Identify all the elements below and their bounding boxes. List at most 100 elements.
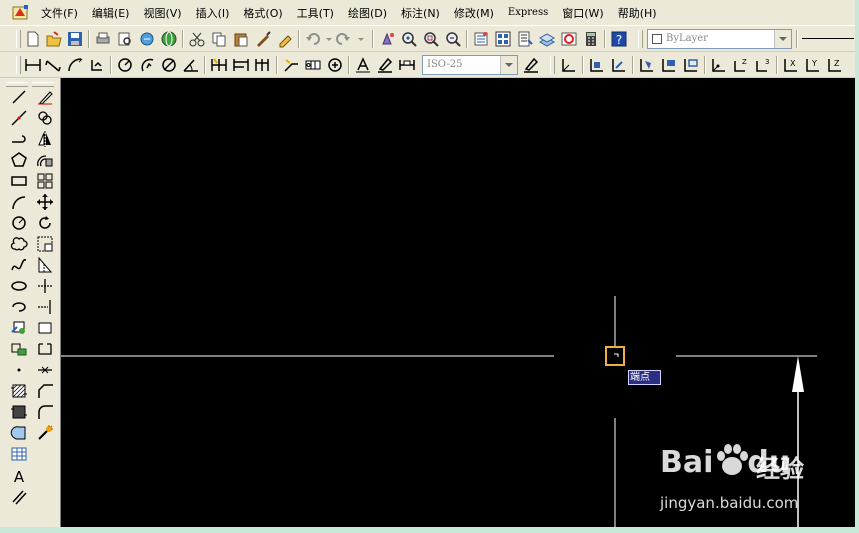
move-icon[interactable] [36,193,54,211]
linear-dimension-icon[interactable] [24,56,42,74]
menu-view[interactable]: 视图(V) [136,5,188,21]
new-file-icon[interactable] [24,30,42,48]
rectangle-icon[interactable] [10,172,28,190]
copy-icon[interactable] [210,30,228,48]
ucs-3point-icon[interactable]: 3 [754,56,772,74]
ucs-view-icon[interactable] [682,56,700,74]
help-icon[interactable]: ? [610,30,628,48]
toolbar-grip[interactable] [550,56,555,74]
jogged-dimension-icon[interactable] [138,56,156,74]
redo-icon[interactable] [334,30,352,48]
center-mark-icon[interactable] [326,56,344,74]
menu-draw[interactable]: 绘图(D) [341,5,394,21]
construction-line-icon[interactable] [10,109,28,127]
match-properties-icon[interactable] [254,30,272,48]
point-icon[interactable] [10,361,28,379]
diameter-dimension-icon[interactable] [160,56,178,74]
tolerance-icon[interactable] [304,56,322,74]
revision-cloud-icon[interactable] [10,235,28,253]
angular-dimension-icon[interactable] [182,56,200,74]
quick-dimension-icon[interactable] [210,56,228,74]
polyline-icon[interactable] [10,130,28,148]
markup-icon[interactable] [560,30,578,48]
aligned-dimension-icon[interactable] [44,56,62,74]
dimension-style-icon[interactable] [522,56,540,74]
properties-icon[interactable] [472,30,490,48]
stretch-icon[interactable] [36,256,54,274]
open-file-icon[interactable] [45,30,63,48]
dimension-text-edit-icon[interactable] [376,56,394,74]
zoom-realtime-icon[interactable] [400,30,418,48]
offset-icon[interactable] [36,151,54,169]
quick-leader-icon[interactable] [282,56,300,74]
ellipse-arc-icon[interactable] [10,298,28,316]
toolbar-grip[interactable] [32,82,54,87]
toolbar-grip[interactable] [638,30,643,48]
copy-object-icon[interactable] [36,109,54,127]
hatch-icon[interactable] [10,382,28,400]
make-block-icon[interactable] [10,340,28,358]
block-editor-icon[interactable] [276,30,294,48]
menu-edit[interactable]: 编辑(E) [85,5,137,21]
radius-dimension-icon[interactable] [116,56,134,74]
chevron-down-icon[interactable] [500,56,517,74]
array-icon[interactable] [36,172,54,190]
ucs-world-icon[interactable] [588,56,606,74]
break-icon[interactable] [36,340,54,358]
chamfer-icon[interactable] [36,382,54,400]
extend-icon[interactable] [36,298,54,316]
menu-file[interactable]: 文件(F) [34,5,85,21]
ucs-x-rotate-icon[interactable]: X [782,56,800,74]
polygon-icon[interactable] [10,151,28,169]
publish-icon[interactable] [138,30,156,48]
ucs-previous-icon[interactable] [610,56,628,74]
continue-dimension-icon[interactable] [254,56,272,74]
arc-icon[interactable] [10,193,28,211]
chevron-down-icon[interactable] [774,30,791,48]
explode-icon[interactable] [36,424,54,442]
break-at-point-icon[interactable] [36,319,54,337]
toolbar-grip[interactable] [6,82,28,87]
ucs-object-icon[interactable] [660,56,678,74]
menu-window[interactable]: 窗口(W) [555,5,610,21]
zoom-window-icon[interactable] [422,30,440,48]
menu-tools[interactable]: 工具(T) [290,5,341,21]
ucs-z-rotate-icon[interactable]: Z [826,56,844,74]
sheet-set-icon[interactable] [538,30,556,48]
linetype-preview[interactable] [802,38,854,39]
print-preview-icon[interactable] [116,30,134,48]
table-icon[interactable] [10,445,28,463]
ucs-icon[interactable] [560,56,578,74]
save-icon[interactable] [66,30,84,48]
scale-icon[interactable] [36,235,54,253]
menu-dimension[interactable]: 标注(N) [394,5,447,21]
ucs-y-rotate-icon[interactable]: Y [804,56,822,74]
join-icon[interactable] [36,361,54,379]
print-icon[interactable] [94,30,112,48]
design-center-icon[interactable] [494,30,512,48]
paste-icon[interactable] [232,30,250,48]
menu-format[interactable]: 格式(O) [236,5,289,21]
ellipse-icon[interactable] [10,277,28,295]
ucs-face-icon[interactable] [638,56,656,74]
baseline-dimension-icon[interactable] [232,56,250,74]
region-icon[interactable] [10,424,28,442]
ucs-origin-icon[interactable] [710,56,728,74]
dimension-edit-icon[interactable] [354,56,372,74]
tool-palettes-icon[interactable] [516,30,534,48]
globe-icon[interactable] [160,30,178,48]
menu-modify[interactable]: 修改(M) [447,5,501,21]
menu-express[interactable]: Express [501,7,555,18]
autocad-app-icon[interactable] [12,4,30,22]
cut-icon[interactable] [188,30,206,48]
rotate-icon[interactable] [36,214,54,232]
fillet-icon[interactable] [36,403,54,421]
arc-length-icon[interactable] [66,56,84,74]
toolbar-grip[interactable] [16,56,21,74]
ordinate-dimension-icon[interactable] [88,56,106,74]
spline-icon[interactable] [10,256,28,274]
ucs-z-axis-icon[interactable]: Z [732,56,750,74]
menu-insert[interactable]: 插入(I) [189,5,237,21]
mirror-icon[interactable] [36,130,54,148]
menu-help[interactable]: 帮助(H) [611,5,664,21]
